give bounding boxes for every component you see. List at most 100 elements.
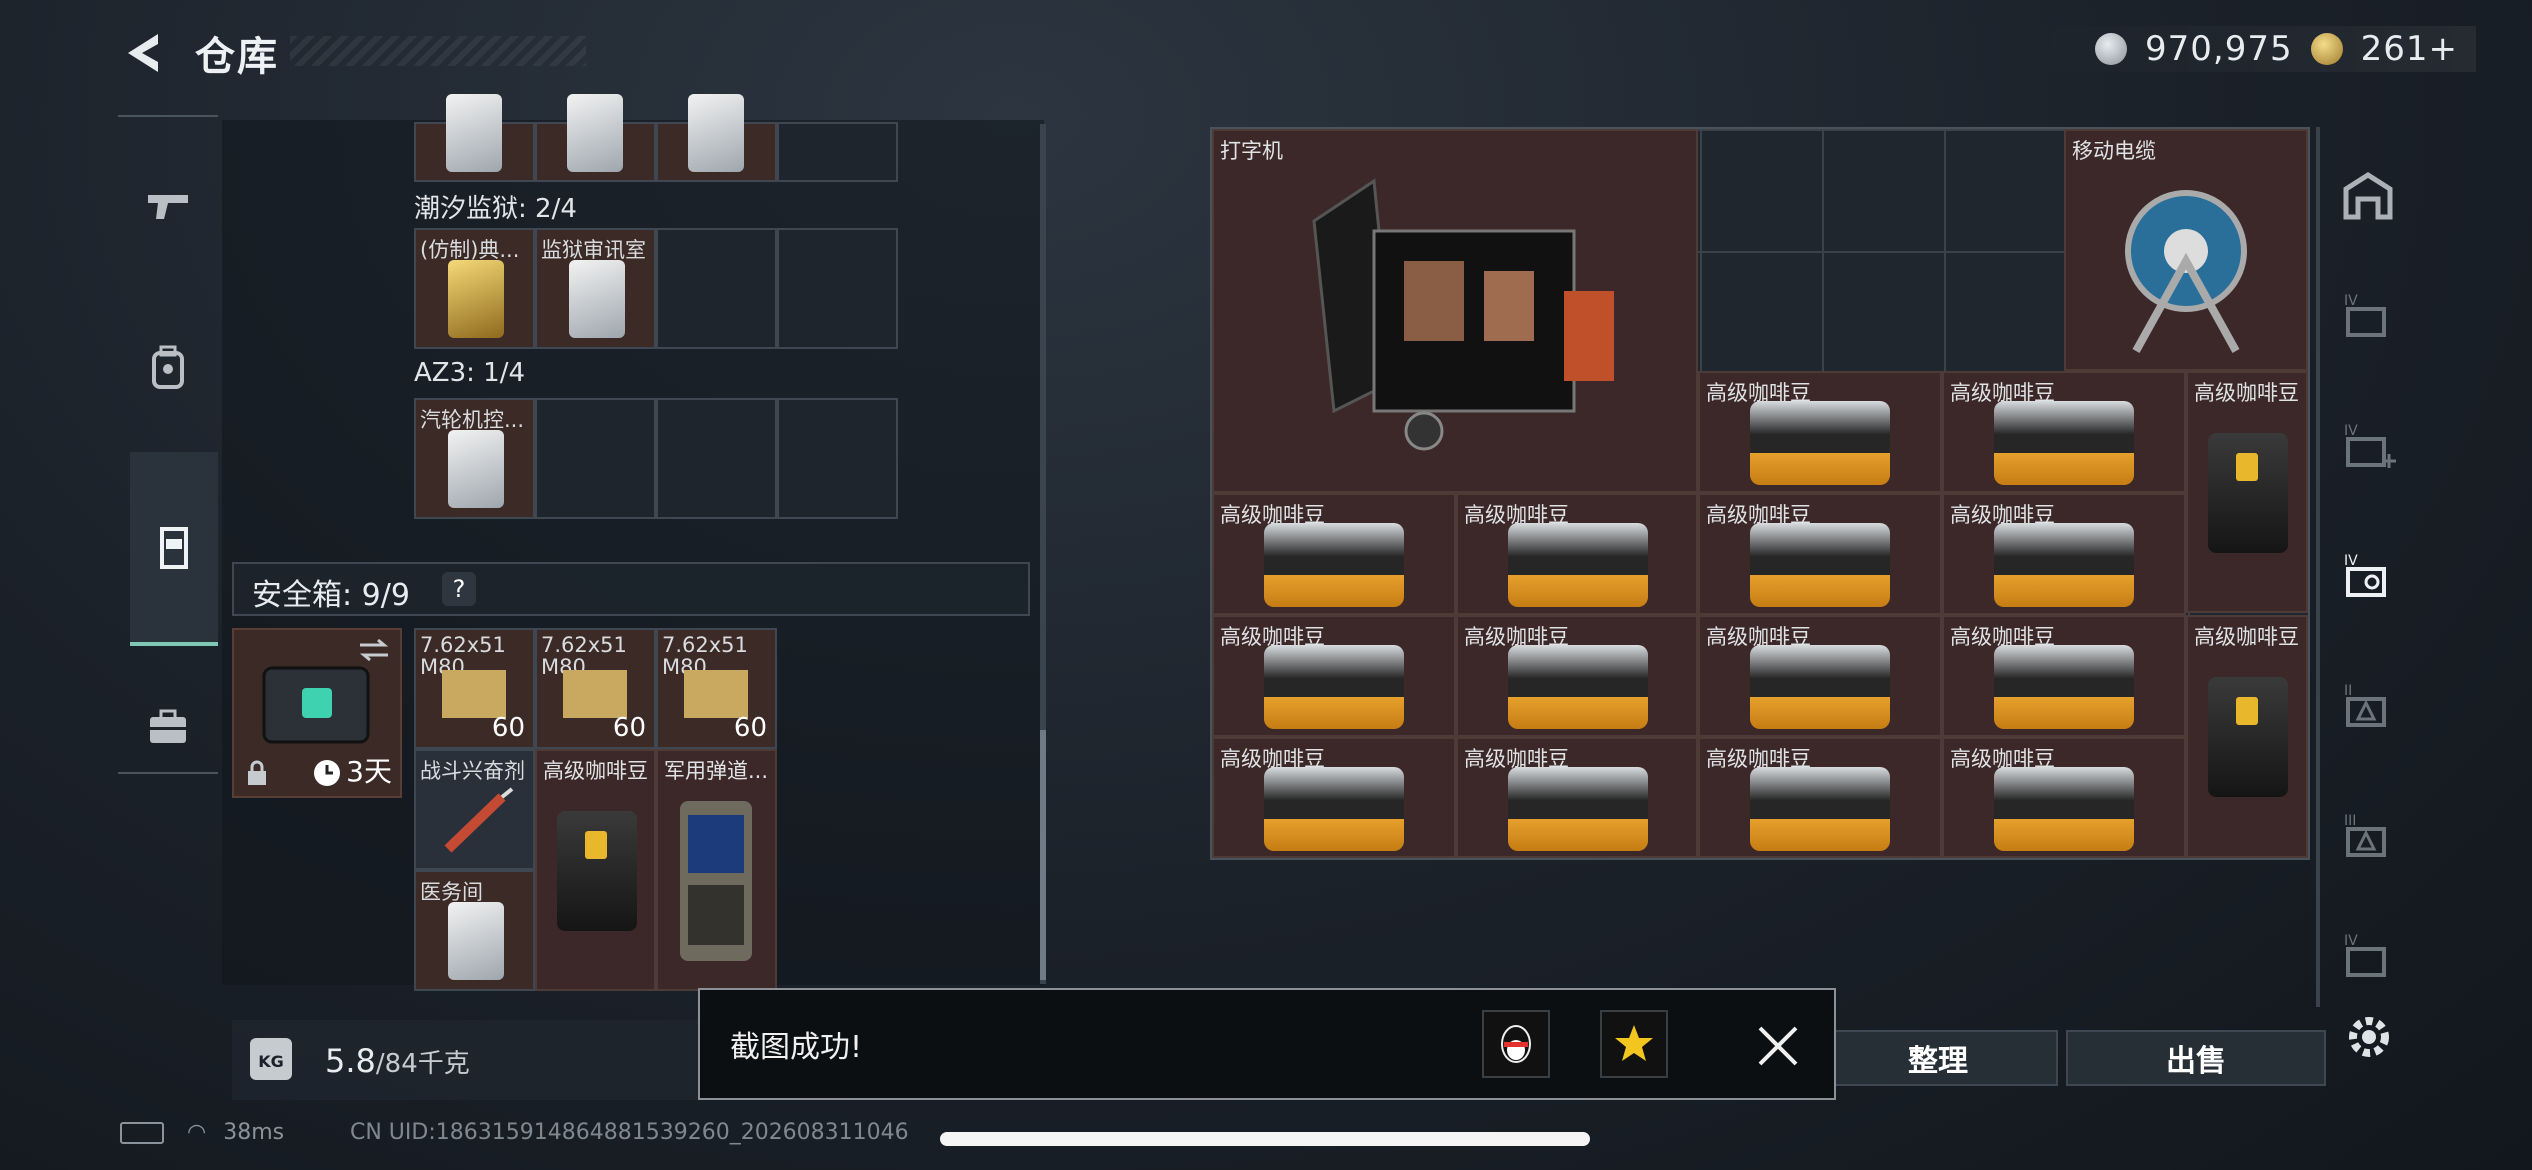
gun-icon xyxy=(148,195,188,219)
clock-icon xyxy=(314,760,340,786)
coffee-bean-item[interactable]: 高级咖啡豆 xyxy=(1456,493,1698,615)
help-button[interactable]: ? xyxy=(442,572,476,606)
silver-currency-value: 970,975 xyxy=(2145,29,2293,69)
item-count: 60 xyxy=(733,713,767,743)
stash-add-icon[interactable]: IV xyxy=(2338,417,2398,477)
home-indicator[interactable] xyxy=(940,1132,1590,1146)
stash-safe-icon-active[interactable]: IV xyxy=(2338,547,2398,607)
cable-reel-icon xyxy=(2125,190,2247,353)
gold-keycard-icon xyxy=(448,260,504,338)
empty-slot[interactable] xyxy=(656,398,777,519)
penguin-icon xyxy=(1501,1025,1531,1063)
coffee-bag-icon xyxy=(1264,645,1404,729)
keycard-slot[interactable]: (仿制)典... xyxy=(414,228,535,349)
close-icon[interactable] xyxy=(1756,1024,1800,1068)
vest-tab[interactable] xyxy=(130,452,218,646)
coffee-bean-item[interactable]: 高级咖啡豆 xyxy=(1212,493,1456,615)
ammo-slot[interactable]: 7.62x51 M80 60 xyxy=(656,628,777,749)
coffee-bag-icon xyxy=(1994,767,2134,851)
coffee-bean-item[interactable]: 高级咖啡豆 xyxy=(1456,737,1698,858)
keycard-slot[interactable]: 医务间 xyxy=(414,870,535,991)
right-nav-divider xyxy=(2316,127,2320,1007)
safebox-container[interactable]: 3天 xyxy=(232,628,402,798)
svg-text:IV: IV xyxy=(2344,293,2358,309)
wifi-icon: ◠ xyxy=(187,1120,207,1145)
empty-slot[interactable] xyxy=(777,228,898,349)
ballistic-device-slot[interactable]: 军用弹道... xyxy=(656,749,777,991)
coffee-bag-icon xyxy=(1994,645,2134,729)
empty-slot[interactable] xyxy=(777,122,898,182)
coffee-bag-icon xyxy=(1750,645,1890,729)
share-qzone-button[interactable] xyxy=(1600,1010,1668,1078)
card-item-icon xyxy=(688,94,744,172)
syringe-icon xyxy=(444,787,514,853)
item-count: 60 xyxy=(491,713,525,743)
stimulant-slot[interactable]: 战斗兴奋剂 xyxy=(414,749,535,870)
svg-text:IV: IV xyxy=(2344,553,2358,569)
toast-message: 截图成功! xyxy=(730,1030,863,1065)
gold-currency-value[interactable]: 261+ xyxy=(2361,29,2458,69)
coffee-bean-item[interactable]: 高级咖啡豆 xyxy=(1942,371,2186,493)
stash-page-icon[interactable]: IV xyxy=(2338,287,2398,347)
stash-page-icon[interactable]: IV xyxy=(2338,927,2398,987)
coffee-bean-item[interactable]: 高级咖啡豆 xyxy=(1698,615,1942,737)
coffee-bean-item[interactable]: 高级咖啡豆 xyxy=(1942,493,2186,615)
safebox-duration: 3天 xyxy=(346,755,392,788)
lock-icon xyxy=(248,760,266,785)
gold-coin-icon xyxy=(2310,33,2343,65)
coffee-bag-icon xyxy=(1994,401,2134,485)
ping-value: 38ms xyxy=(223,1120,285,1145)
section-title-az3: AZ3: 1/4 xyxy=(414,358,526,388)
coffee-bean-item[interactable]: 高级咖啡豆 xyxy=(1698,371,1942,493)
coffee-bag-icon xyxy=(1508,523,1648,607)
coffee-bean-item[interactable]: 高级咖啡豆 xyxy=(1212,615,1456,737)
cable-reel-item[interactable]: 移动电缆 xyxy=(2064,129,2308,371)
stash-warning-icon[interactable]: III xyxy=(2338,807,2398,867)
keycard-icon xyxy=(569,260,625,338)
settings-gear-icon[interactable] xyxy=(2344,1012,2394,1062)
coffee-bean-item[interactable]: 高级咖啡豆 xyxy=(1942,615,2186,737)
scrollbar-thumb[interactable] xyxy=(1040,730,1046,980)
empty-slot[interactable] xyxy=(535,398,656,519)
coffee-bean-item[interactable]: 高级咖啡豆 xyxy=(2186,615,2308,858)
coffee-bean-item[interactable]: 高级咖啡豆 xyxy=(1698,493,1942,615)
left-category-nav xyxy=(118,115,218,774)
coffee-bean-item[interactable]: 高级咖啡豆 xyxy=(1942,737,2186,858)
typewriter-item[interactable]: 打字机 xyxy=(1212,129,1698,493)
sell-button[interactable]: 出售 xyxy=(2066,1030,2326,1086)
coffee-bag-icon xyxy=(1264,523,1404,607)
coffee-bean-item[interactable]: 高级咖啡豆 xyxy=(1212,737,1456,858)
coffee-bean-item[interactable]: 高级咖啡豆 xyxy=(1456,615,1698,737)
empty-slot[interactable] xyxy=(656,228,777,349)
backpack-tab[interactable] xyxy=(118,317,218,417)
card-slot[interactable] xyxy=(535,94,656,182)
stash-warning-icon[interactable]: II xyxy=(2338,677,2398,737)
coffee-bean-slot[interactable]: 高级咖啡豆 xyxy=(535,749,656,991)
sort-button[interactable]: 整理 xyxy=(1818,1030,2058,1086)
safebox-icon xyxy=(262,666,370,744)
ammo-slot[interactable]: 7.62x51 M80 60 xyxy=(414,628,535,749)
ammo-box-icon xyxy=(442,670,506,718)
svg-text:IV: IV xyxy=(2344,933,2358,949)
card-item-icon xyxy=(446,94,502,172)
svg-text:III: III xyxy=(2344,813,2356,829)
safebox-title: 安全箱: 9/9 xyxy=(252,578,410,613)
coffee-bag-icon xyxy=(1264,767,1404,851)
coffee-bean-item[interactable]: 高级咖啡豆 xyxy=(1698,737,1942,858)
weight-icon: KG xyxy=(250,1038,292,1080)
back-arrow-icon[interactable] xyxy=(118,28,168,78)
weapon-tab[interactable] xyxy=(118,157,218,257)
briefcase-tab[interactable] xyxy=(118,677,218,777)
keycard-slot[interactable]: 汽轮机控... xyxy=(414,398,535,519)
card-slot[interactable] xyxy=(656,94,777,182)
share-qq-button[interactable] xyxy=(1482,1010,1550,1078)
card-slot[interactable] xyxy=(414,94,535,182)
ammo-slot[interactable]: 7.62x51 M80 60 xyxy=(535,628,656,749)
coffee-bean-item[interactable]: 高级咖啡豆 xyxy=(2186,371,2308,613)
briefcase-icon xyxy=(150,709,186,743)
keycard-slot[interactable]: 监狱审讯室 xyxy=(535,228,656,349)
home-stash-icon[interactable] xyxy=(2338,167,2398,227)
swap-icon[interactable] xyxy=(358,638,390,662)
stash-page-nav: IV IV IV II III IV xyxy=(2322,127,2402,1017)
empty-slot[interactable] xyxy=(777,398,898,519)
